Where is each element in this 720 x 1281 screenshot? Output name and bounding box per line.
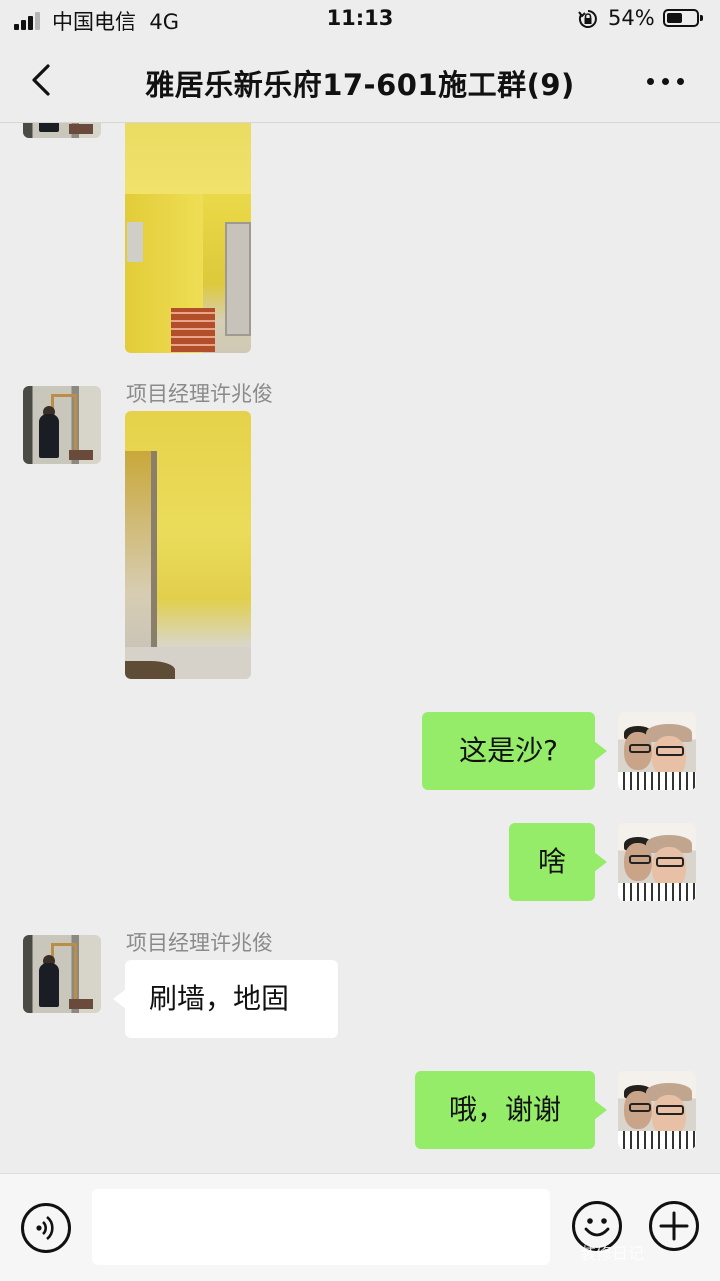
status-bar: 中国电信 4G 11:13 54% xyxy=(0,0,720,40)
plus-icon[interactable] xyxy=(649,1201,699,1251)
chat-header-overlay: 雅居乐新乐府17-601施工群(9) xyxy=(0,40,720,123)
message-photo[interactable] xyxy=(125,122,251,353)
message-bubble-sent[interactable]: 啥 xyxy=(509,823,607,901)
my-avatar[interactable] xyxy=(618,1071,696,1149)
watermark: 装修日记 xyxy=(580,1244,645,1263)
message-photo[interactable] xyxy=(125,411,251,679)
my-avatar[interactable] xyxy=(618,823,696,901)
sender-avatar[interactable] xyxy=(23,935,101,1013)
orientation-lock-icon xyxy=(578,10,597,28)
input-bar: 装修日记 xyxy=(0,1173,720,1281)
battery-percent: 54% xyxy=(608,6,655,30)
sender-name: 项目经理许兆俊 xyxy=(126,382,273,406)
message-input[interactable] xyxy=(92,1189,550,1265)
voice-icon[interactable] xyxy=(21,1203,71,1253)
battery-icon xyxy=(663,9,703,27)
more-icon[interactable] xyxy=(644,74,688,88)
sender-name: 项目经理许兆俊 xyxy=(126,931,273,955)
message-bubble-sent[interactable]: 这是沙? xyxy=(422,712,607,790)
message-bubble-sent[interactable]: 哦，谢谢 xyxy=(415,1071,607,1149)
message-bubble-received[interactable]: 刷墙，地固 xyxy=(113,960,338,1038)
chat-title-overlay: 雅居乐新乐府17-601施工群(9) xyxy=(145,68,575,102)
back-icon[interactable] xyxy=(24,62,58,98)
sender-avatar[interactable] xyxy=(23,386,101,464)
my-avatar[interactable] xyxy=(618,712,696,790)
